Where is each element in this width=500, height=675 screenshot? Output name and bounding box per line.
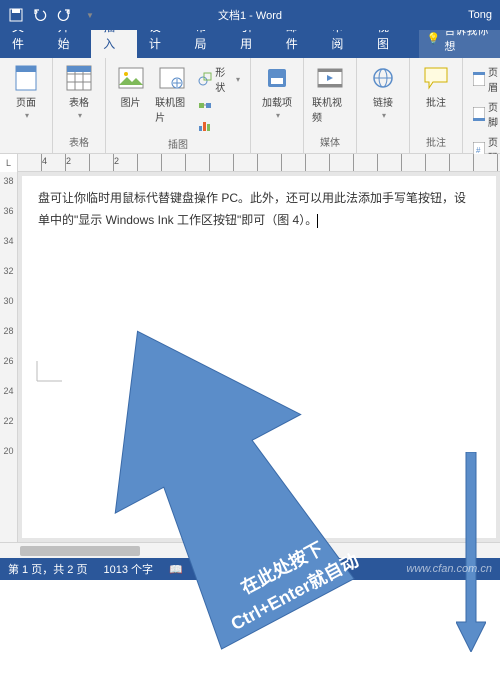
addins-button[interactable]: 加载项▾ bbox=[257, 62, 297, 147]
group-addins: 加载项▾ bbox=[251, 58, 304, 153]
page-indicator[interactable]: 第 1 页，共 2 页 bbox=[8, 561, 87, 577]
chart-button[interactable] bbox=[194, 116, 244, 134]
comment-icon bbox=[422, 64, 450, 92]
spellcheck-icon: 📖 bbox=[169, 563, 183, 576]
group-label-tables: 表格 bbox=[59, 132, 99, 149]
picture-icon bbox=[117, 64, 145, 92]
links-button[interactable]: 链接▾ bbox=[363, 62, 403, 147]
qat-dropdown-icon[interactable]: ▼ bbox=[82, 7, 98, 23]
comment-button[interactable]: 批注 bbox=[416, 62, 456, 132]
group-comments: 批注 批注 bbox=[410, 58, 463, 153]
smartart-icon bbox=[198, 99, 212, 113]
horizontal-ruler[interactable]: L 4 2 2 bbox=[0, 154, 500, 172]
document-title: 文档1 - Word bbox=[218, 7, 282, 23]
document-text[interactable]: 盘可让你临时用鼠标代替键盘操作 PC。此外，还可以用此法添加手写笔按钮，设 单中… bbox=[38, 188, 480, 231]
group-pages: 页面▾ bbox=[0, 58, 53, 153]
header-button[interactable]: 页眉▾ bbox=[469, 62, 500, 96]
horizontal-scrollbar[interactable] bbox=[0, 542, 500, 558]
tab-selector[interactable]: L bbox=[0, 154, 18, 172]
quick-access-toolbar: ▼ bbox=[0, 7, 98, 23]
word-count[interactable]: 1013 个字 bbox=[103, 561, 153, 577]
store-icon bbox=[263, 64, 291, 92]
group-label-tables bbox=[6, 147, 46, 149]
ribbon: 页面▾ 表格▾ 表格 图片 联机图片 形状▾ bbox=[0, 58, 500, 154]
down-arrow-shape bbox=[456, 452, 486, 652]
header-icon bbox=[473, 72, 485, 86]
statusbar: 第 1 页，共 2 页 1013 个字 📖 中文(中国) www.cfan.co… bbox=[0, 558, 500, 580]
language-button[interactable]: 中文(中国) bbox=[199, 561, 250, 577]
ruler-ticks: 4 2 2 bbox=[18, 154, 500, 171]
pages-button[interactable]: 页面▾ bbox=[6, 62, 46, 147]
group-media: 联机视频 媒体 bbox=[304, 58, 357, 153]
spellcheck-button[interactable]: 📖 bbox=[169, 563, 183, 576]
group-label-media: 媒体 bbox=[310, 132, 350, 149]
undo-icon[interactable] bbox=[32, 7, 48, 23]
group-header-footer: 页眉▾ 页脚▾ #页码▾ 页眉和页脚 bbox=[463, 58, 500, 153]
group-label-comments: 批注 bbox=[416, 132, 456, 149]
titlebar: ▼ 文档1 - Word Tong bbox=[0, 0, 500, 30]
link-icon bbox=[369, 64, 397, 92]
vertical-ruler[interactable]: 38 36 34 32 30 28 26 24 22 20 bbox=[0, 172, 18, 542]
online-video-button[interactable]: 联机视频 bbox=[310, 62, 350, 132]
shapes-button[interactable]: 形状▾ bbox=[194, 62, 244, 96]
table-button[interactable]: 表格▾ bbox=[59, 62, 99, 132]
watermark: www.cfan.com.cn bbox=[406, 563, 492, 575]
page-corner-mark bbox=[32, 356, 72, 386]
save-icon[interactable] bbox=[8, 7, 24, 23]
group-illustrations: 图片 联机图片 形状▾ 插图 bbox=[106, 58, 251, 153]
shapes-icon bbox=[198, 72, 212, 86]
pictures-button[interactable]: 图片 bbox=[112, 62, 149, 134]
workspace: 38 36 34 32 30 28 26 24 22 20 盘可让你临时用鼠标代… bbox=[0, 172, 500, 542]
online-pictures-button[interactable]: 联机图片 bbox=[153, 62, 190, 134]
group-tables: 表格▾ 表格 bbox=[53, 58, 106, 153]
group-label-illustrations: 插图 bbox=[112, 134, 244, 151]
smartart-button[interactable] bbox=[194, 97, 244, 115]
group-links: 链接▾ bbox=[357, 58, 410, 153]
table-icon bbox=[65, 64, 93, 92]
redo-icon[interactable] bbox=[56, 7, 72, 23]
lightbulb-icon: 💡 bbox=[427, 32, 441, 45]
page-icon bbox=[12, 64, 40, 92]
menubar: 文件 开始 插入 设计 布局 引用 邮件 审阅 视图 💡 告诉我你想 bbox=[0, 30, 500, 58]
chart-icon bbox=[198, 118, 212, 132]
document-area[interactable]: 盘可让你临时用鼠标代替键盘操作 PC。此外，还可以用此法添加手写笔按钮，设 单中… bbox=[22, 176, 496, 538]
footer-button[interactable]: 页脚▾ bbox=[469, 97, 500, 131]
footer-icon bbox=[473, 107, 485, 121]
scroll-thumb[interactable] bbox=[20, 546, 140, 556]
video-icon bbox=[316, 64, 344, 92]
online-picture-icon bbox=[158, 64, 186, 92]
user-name: Tong bbox=[468, 9, 500, 21]
text-cursor bbox=[317, 214, 318, 228]
